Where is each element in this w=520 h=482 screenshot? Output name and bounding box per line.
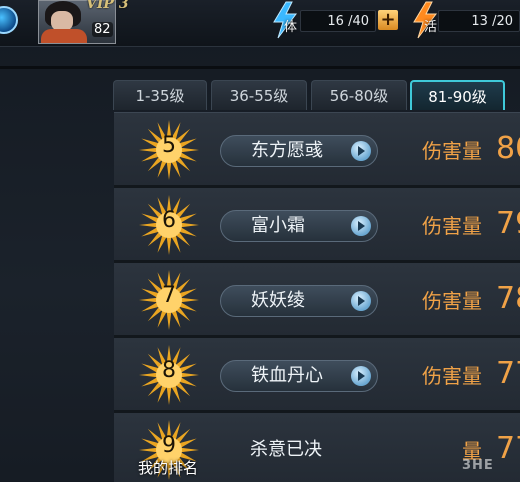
tab-56-80[interactable]: 56-80级	[311, 80, 407, 110]
damage-label: 伤害量	[422, 364, 482, 388]
player-name-button[interactable]: 铁血丹心	[220, 360, 378, 392]
vitality-label: 活	[424, 20, 438, 35]
avatar-face	[51, 11, 73, 31]
play-arrow-icon	[351, 366, 371, 386]
tab-81-90[interactable]: 81-90级	[410, 80, 505, 110]
ranking-row: 8 铁血丹心 伤害量 77	[114, 338, 520, 413]
ranking-row: 6 富小霜 伤害量 79	[114, 188, 520, 263]
tab-36-55[interactable]: 36-55级	[211, 80, 307, 110]
tab-1-35[interactable]: 1-35级	[113, 80, 207, 110]
player-name-button[interactable]: 富小霜	[220, 210, 378, 242]
player-name-button[interactable]: 妖妖绫	[220, 285, 378, 317]
site-watermark: 3HE	[462, 458, 494, 473]
player-name-button[interactable]: 东方愿彧	[220, 135, 378, 167]
damage-label: 伤害量	[422, 139, 482, 163]
stamina-label: 体	[284, 20, 298, 35]
add-stamina-button[interactable]: +	[378, 10, 398, 30]
damage-ranking-list: 5 东方愿彧 伤害量 80 6 富小霜 伤害量 79 7 妖妖绫 伤害量 78 …	[114, 112, 520, 482]
panel-frame-divider	[0, 66, 520, 69]
ranking-row: 7 妖妖绫 伤害量 78	[114, 263, 520, 338]
ranking-row: 5 东方愿彧 伤害量 80	[114, 113, 520, 188]
player-name: 东方愿彧	[251, 140, 323, 161]
top-status-bar: VIP 3 82 16 /40 体 + 13 /20 活	[0, 0, 520, 47]
rank-number: 7	[162, 283, 176, 308]
my-player-name: 杀意已决	[250, 439, 322, 460]
player-name: 铁血丹心	[251, 365, 323, 386]
rank-number: 8	[162, 358, 176, 383]
damage-label: 伤害量	[422, 289, 482, 313]
damage-label: 伤害量	[422, 214, 482, 238]
damage-value: 77	[496, 431, 520, 466]
rank-number: 5	[162, 133, 176, 158]
player-name: 富小霜	[251, 215, 305, 236]
my-rank-label: 我的排名	[138, 459, 199, 477]
damage-value: 78	[496, 281, 520, 316]
rank-number: 6	[162, 208, 176, 233]
play-arrow-icon	[351, 291, 371, 311]
vip-badge: VIP 3	[86, 0, 129, 12]
player-name: 妖妖绫	[251, 290, 305, 311]
avatar-body	[41, 29, 87, 43]
vitality-value: 13 /20	[438, 10, 520, 32]
stamina-value: 16 /40	[300, 10, 376, 32]
damage-value: 77	[496, 356, 520, 391]
play-arrow-icon	[351, 216, 371, 236]
rank-number: 9	[162, 433, 176, 458]
damage-value: 80	[496, 131, 520, 166]
menu-orb-button[interactable]	[0, 6, 18, 34]
damage-value: 79	[496, 206, 520, 241]
play-arrow-icon	[351, 141, 371, 161]
player-level: 82	[92, 22, 113, 37]
